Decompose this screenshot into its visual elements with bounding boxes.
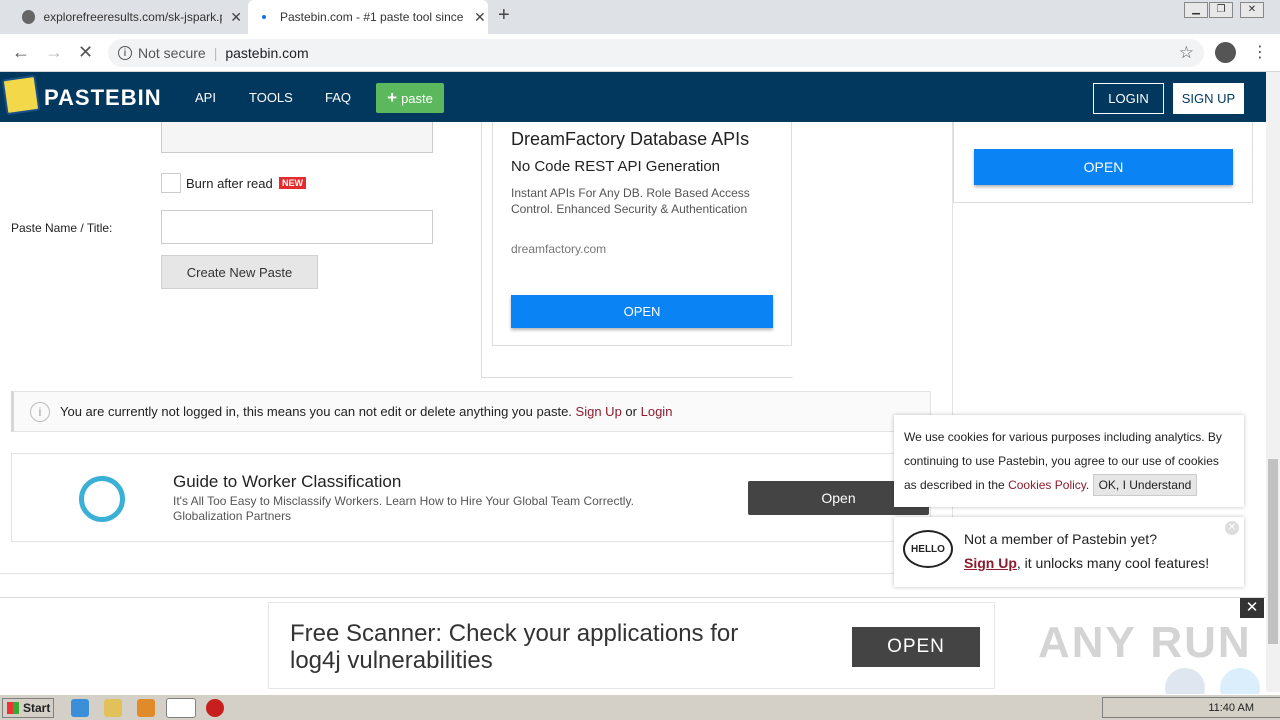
tab-strip: explorefreeresults.com/sk-jspark.ph ✕ Pa…	[0, 0, 1280, 34]
tab-pastebin[interactable]: Pastebin.com - #1 paste tool since 2 ✕	[248, 0, 488, 34]
bottom-ad-text: Free Scanner: Check your applications fo…	[290, 620, 738, 674]
close-window-icon[interactable]: ✕	[1240, 2, 1264, 18]
cookie-period: .	[1085, 478, 1090, 492]
guide-desc-line: It's All Too Easy to Misclassify Workers…	[173, 494, 634, 508]
close-icon[interactable]: ✕	[1225, 521, 1239, 535]
bottom-ad-line: log4j vulnerabilities	[290, 647, 493, 674]
browser-toolbar: ← → ✕ i Not secure | pastebin.com ☆ ⋮	[0, 34, 1280, 72]
system-tray: 11:40 AM	[1102, 697, 1280, 718]
tab-title: Pastebin.com - #1 paste tool since 2	[280, 10, 466, 24]
cookie-accept-button[interactable]: OK, I Understand	[1092, 474, 1198, 496]
page-scrollbar[interactable]	[1266, 72, 1280, 692]
start-button[interactable]: Start	[2, 698, 54, 718]
new-paste-button[interactable]: + paste	[376, 83, 444, 113]
info-icon[interactable]: i	[118, 46, 132, 60]
burn-after-read-label: Burn after read	[186, 176, 273, 191]
chrome-taskbar-icon[interactable]	[166, 698, 196, 718]
guide-description: It's All Too Easy to Misclassify Workers…	[173, 494, 634, 524]
member-cta: Sign Up, it unlocks many cool features!	[964, 555, 1209, 571]
forward-icon[interactable]: →	[45, 42, 63, 63]
nav-faq[interactable]: FAQ	[325, 90, 351, 105]
clock[interactable]: 11:40 AM	[1208, 702, 1254, 714]
right-ad-open-button[interactable]: OPEN	[974, 149, 1233, 185]
tab-explorefreeresults[interactable]: explorefreeresults.com/sk-jspark.ph ✕	[12, 0, 242, 34]
start-label: Start	[23, 701, 51, 715]
bookmark-star-icon[interactable]: ☆	[1179, 43, 1194, 63]
menu-icon[interactable]: ⋮	[1252, 42, 1268, 62]
ie-icon[interactable]	[71, 699, 89, 717]
bottom-ad-line: Free Scanner: Check your applications fo…	[290, 620, 739, 647]
notice-signup-link[interactable]: Sign Up	[576, 404, 622, 419]
profile-icon[interactable]	[1215, 42, 1236, 63]
divider	[481, 377, 793, 378]
site-header: PASTEBIN API TOOLS FAQ + paste LOGIN SIG…	[0, 72, 1266, 122]
login-button[interactable]: LOGIN	[1093, 83, 1164, 114]
member-cta-text: , it unlocks many cool features!	[1016, 555, 1210, 571]
hello-speech-icon: HELLO	[903, 530, 953, 568]
maximize-icon[interactable]: ❐	[1209, 2, 1233, 18]
media-player-icon[interactable]	[137, 699, 155, 717]
globe-icon	[22, 10, 36, 24]
info-icon: i	[30, 401, 50, 422]
security-label: Not secure	[138, 45, 206, 61]
address-bar[interactable]: i Not secure | pastebin.com ☆	[108, 39, 1204, 67]
cookies-policy-link[interactable]: Cookies Policy	[1008, 478, 1086, 492]
create-new-paste-button[interactable]: Create New Paste	[161, 255, 318, 289]
ad-open-button[interactable]: OPEN	[511, 295, 773, 328]
close-tab-icon[interactable]: ✕	[230, 9, 242, 26]
member-prompt: Not a member of Pastebin yet?	[964, 531, 1157, 547]
windows-taskbar: Start 11:40 AM	[0, 694, 1280, 720]
paste-name-label: Paste Name / Title:	[11, 221, 113, 235]
notice-login-link[interactable]: Login	[641, 404, 673, 419]
back-icon[interactable]: ←	[12, 42, 30, 63]
ad-description: Instant APIs For Any DB. Role Based Acce…	[511, 186, 750, 216]
paste-option-field[interactable]	[161, 122, 433, 153]
folder-icon[interactable]	[104, 699, 122, 717]
new-badge: NEW	[279, 177, 306, 189]
pastebin-logo-icon[interactable]	[1, 74, 41, 116]
close-ad-icon[interactable]: ✕	[1240, 598, 1264, 618]
notice-text: You are currently not logged in, this me…	[60, 404, 572, 419]
guide-advertiser: Globalization Partners	[173, 509, 292, 523]
plus-icon: +	[387, 88, 398, 107]
guide-title[interactable]: Guide to Worker Classification	[173, 472, 401, 492]
ad-subtitle: No Code REST API Generation	[511, 158, 721, 175]
security-alert-icon[interactable]	[206, 699, 224, 717]
url-text: pastebin.com	[225, 45, 309, 61]
burn-after-read-checkbox[interactable]	[161, 173, 181, 193]
minimize-icon[interactable]: ▁	[1184, 2, 1208, 18]
ad-title[interactable]: DreamFactory Database APIs	[511, 129, 749, 150]
new-tab-button[interactable]: +	[498, 4, 510, 27]
windows-logo-icon	[7, 702, 19, 714]
cookie-banner: We use cookies for various purposes incl…	[894, 415, 1244, 507]
login-notice: i You are currently not logged in, this …	[11, 391, 931, 432]
bottom-ad-open-button[interactable]: OPEN	[852, 627, 980, 667]
nav-api[interactable]: API	[195, 90, 216, 105]
signup-button[interactable]: SIGN UP	[1173, 83, 1244, 114]
divider	[481, 122, 482, 378]
tab-title: explorefreeresults.com/sk-jspark.ph	[43, 10, 223, 24]
separator: |	[213, 45, 218, 61]
nav-tools[interactable]: TOOLS	[249, 90, 293, 105]
site-logo-text[interactable]: PASTEBIN	[44, 85, 162, 111]
loading-icon	[262, 15, 266, 19]
globalization-partners-logo-icon	[79, 476, 125, 522]
close-tab-icon[interactable]: ✕	[474, 9, 486, 26]
stop-loading-icon[interactable]: ✕	[78, 42, 93, 63]
notice-or: or	[625, 404, 637, 419]
scrollbar-thumb[interactable]	[1268, 459, 1278, 644]
anyrun-watermark: ANY RUN	[1038, 618, 1252, 667]
paste-name-input[interactable]	[161, 210, 433, 244]
member-signup-link[interactable]: Sign Up	[964, 555, 1017, 571]
paste-label: paste	[401, 90, 433, 106]
ad-domain: dreamfactory.com	[511, 242, 607, 256]
